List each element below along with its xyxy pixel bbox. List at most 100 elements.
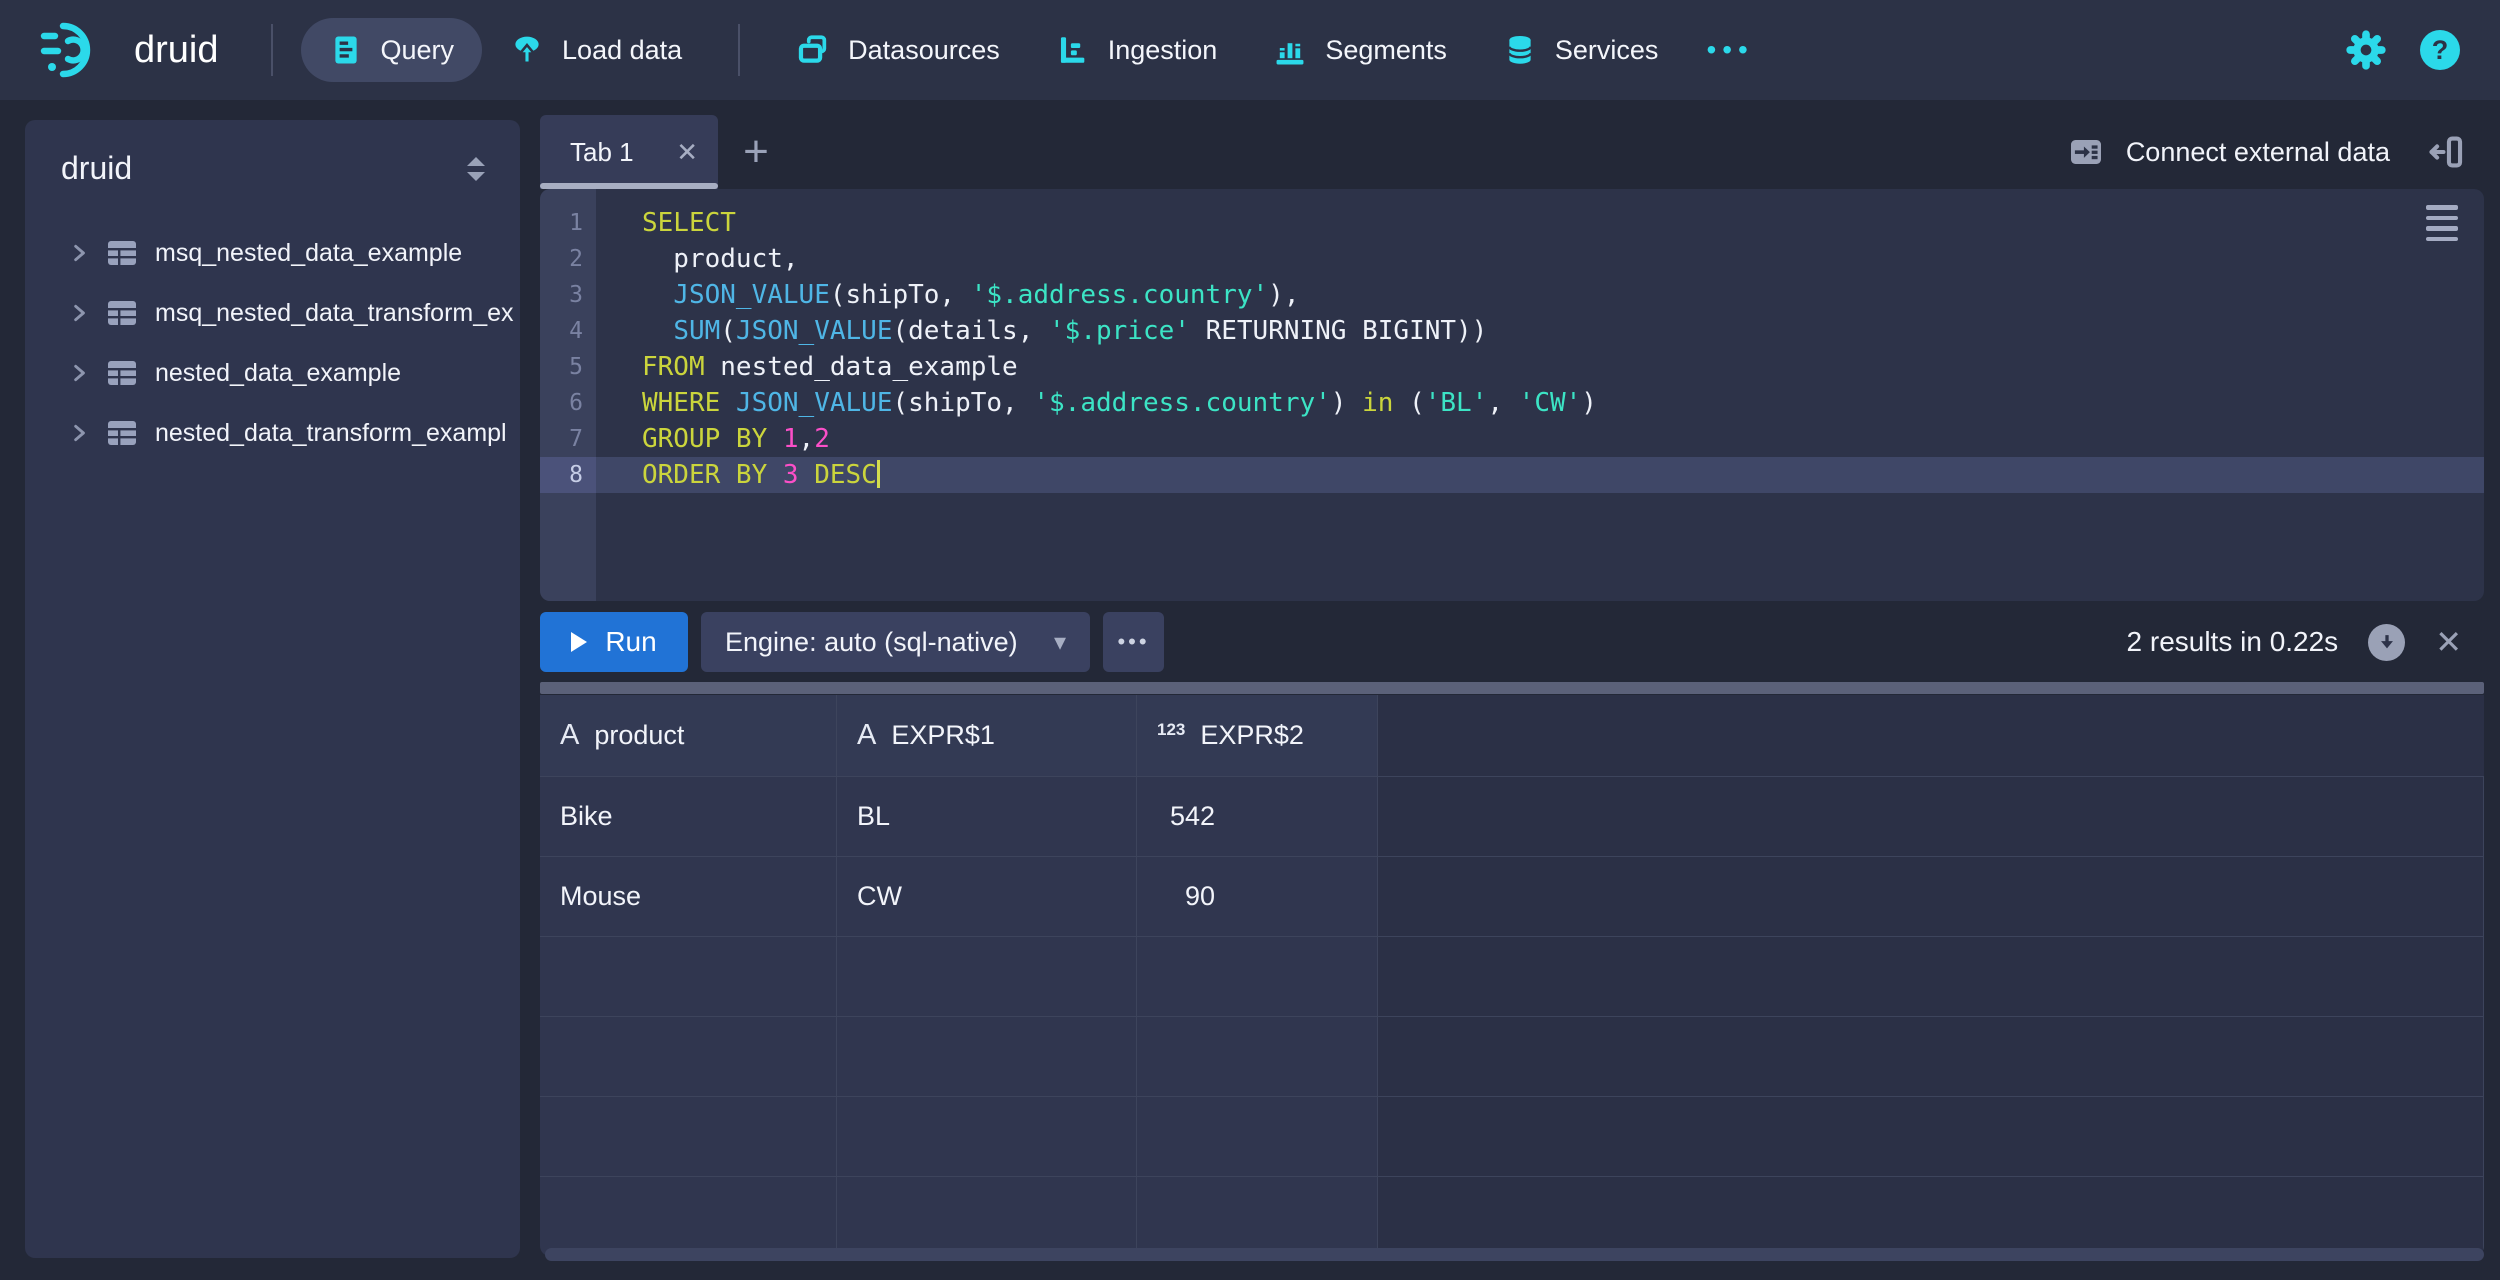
column-header-expr1[interactable]: A EXPR$1 (837, 695, 1137, 776)
empty-row (540, 1097, 2484, 1177)
result-cell[interactable]: 542 (1137, 777, 1378, 856)
line-number: 2 (540, 241, 596, 277)
sql-token: JSON_VALUE (673, 280, 830, 310)
sql-token: '$.address.country' (971, 280, 1268, 310)
ellipsis-icon: ••• (1117, 629, 1149, 655)
result-cell[interactable]: Bike (540, 777, 837, 856)
collapse-panel-button[interactable] (2426, 133, 2464, 171)
code-lines: 1SELECT2 product,3 JSON_VALUE(shipTo, '$… (540, 189, 2484, 493)
nav-item-services[interactable]: Services (1475, 18, 1687, 82)
nav-item-label: Load data (562, 35, 682, 66)
brand-text: druid (134, 29, 219, 72)
sql-token: in (1362, 388, 1393, 418)
query-tab-bar: Tab 1 ✕ + Connect external data (540, 115, 2484, 189)
sql-token: (shipTo, (830, 280, 971, 310)
header-filler (1378, 695, 2484, 776)
result-cell-filler (1378, 1097, 2484, 1176)
sql-token: ) (1331, 388, 1362, 418)
result-cell[interactable]: Mouse (540, 857, 837, 936)
nav-item-label: Query (381, 35, 455, 66)
code-line: 4 SUM(JSON_VALUE(details, '$.price' RETU… (540, 313, 2484, 349)
cloud-upload-icon (510, 33, 544, 67)
sort-double-caret-icon[interactable] (464, 154, 488, 184)
caret-down-icon: ▾ (1054, 628, 1066, 657)
database-icon (1503, 33, 1537, 67)
download-results-button[interactable] (2368, 624, 2405, 661)
nav-item-segments[interactable]: Segments (1245, 18, 1475, 82)
sql-token: ORDER BY (642, 460, 767, 490)
datasources-icon (796, 33, 830, 67)
result-cell-filler (1378, 857, 2484, 936)
table-list-item[interactable]: nested_data_transform_exampl (25, 403, 520, 463)
query-doc-icon (329, 33, 363, 67)
sql-editor[interactable]: 1SELECT2 product,3 JSON_VALUE(shipTo, '$… (540, 189, 2484, 601)
number-type-icon: 123 (1157, 720, 1185, 740)
table-list-item[interactable]: nested_data_example (25, 343, 520, 403)
column-header-expr2[interactable]: 123 EXPR$2 (1137, 695, 1378, 776)
result-cell (540, 937, 837, 1016)
table-list-item[interactable]: msq_nested_data_transform_ex (25, 283, 520, 343)
sql-token (642, 280, 673, 310)
plus-icon: + (743, 127, 769, 177)
sql-token: FROM (642, 352, 705, 382)
empty-row (540, 937, 2484, 1017)
run-label: Run (605, 626, 656, 658)
settings-button[interactable] (2346, 30, 2386, 70)
chevron-right-icon[interactable] (69, 423, 89, 443)
line-number: 1 (540, 205, 596, 241)
table-icon (107, 300, 137, 326)
nav-item-datasources[interactable]: Datasources (768, 18, 1028, 82)
nav-item-ingestion[interactable]: Ingestion (1028, 18, 1246, 82)
result-cell (837, 1097, 1137, 1176)
play-icon (571, 632, 587, 652)
download-icon (2376, 631, 2398, 653)
navbar-more-button[interactable]: ••• (1706, 34, 1753, 66)
schema-selector[interactable]: druid (61, 150, 132, 187)
tab-close-icon[interactable]: ✕ (676, 137, 698, 168)
chevron-right-icon[interactable] (69, 303, 89, 323)
druid-logo[interactable]: druid (40, 17, 219, 83)
run-button[interactable]: Run (540, 612, 688, 672)
query-more-button[interactable]: ••• (1103, 612, 1164, 672)
help-button[interactable]: ? (2420, 30, 2460, 70)
result-cell[interactable]: CW (837, 857, 1137, 936)
string-type-icon: A (857, 719, 876, 752)
sql-token: , (1487, 388, 1518, 418)
sql-token: 'BL' (1425, 388, 1488, 418)
result-cell[interactable]: BL (837, 777, 1137, 856)
table-list-item[interactable]: msq_nested_data_example (25, 223, 520, 283)
sql-token: 1 (783, 424, 799, 454)
gear-icon (2346, 30, 2386, 70)
line-number: 8 (540, 457, 596, 493)
nav-item-query[interactable]: Query (301, 18, 483, 82)
code-text: ORDER BY 3 DESC (596, 457, 2484, 493)
line-number: 7 (540, 421, 596, 457)
chevron-right-icon[interactable] (69, 363, 89, 383)
result-cell (540, 1017, 837, 1096)
close-results-button[interactable]: ✕ (2435, 623, 2462, 661)
query-tab[interactable]: Tab 1 ✕ (540, 115, 718, 189)
sql-token: nested_data_example (705, 352, 1018, 382)
editor-menu-button[interactable] (2426, 205, 2458, 241)
engine-select[interactable]: Engine: auto (sql-native) ▾ (701, 612, 1090, 672)
chevron-right-icon[interactable] (69, 243, 89, 263)
result-cell (837, 937, 1137, 1016)
code-text: SELECT (596, 205, 2484, 241)
splitter-handle[interactable] (540, 682, 2484, 694)
nav-item-label: Services (1555, 35, 1659, 66)
new-tab-button[interactable]: + (718, 115, 794, 189)
navbar: druid Query Load data Datasources (0, 0, 2500, 100)
result-cell-filler (1378, 777, 2484, 856)
line-number: 5 (540, 349, 596, 385)
sql-token: 'CW' (1519, 388, 1582, 418)
code-line: 3 JSON_VALUE(shipTo, '$.address.country'… (540, 277, 2484, 313)
column-header-product[interactable]: A product (540, 695, 837, 776)
table-horizontal-scrollbar[interactable] (545, 1248, 2484, 1261)
sql-token: SELECT (642, 208, 736, 238)
result-cell (1137, 937, 1378, 1016)
connect-external-data-button[interactable]: Connect external data (2068, 134, 2390, 170)
line-number: 6 (540, 385, 596, 421)
result-cell-filler (1378, 1177, 2484, 1256)
nav-item-load-data[interactable]: Load data (482, 18, 710, 82)
result-cell[interactable]: 90 (1137, 857, 1378, 936)
